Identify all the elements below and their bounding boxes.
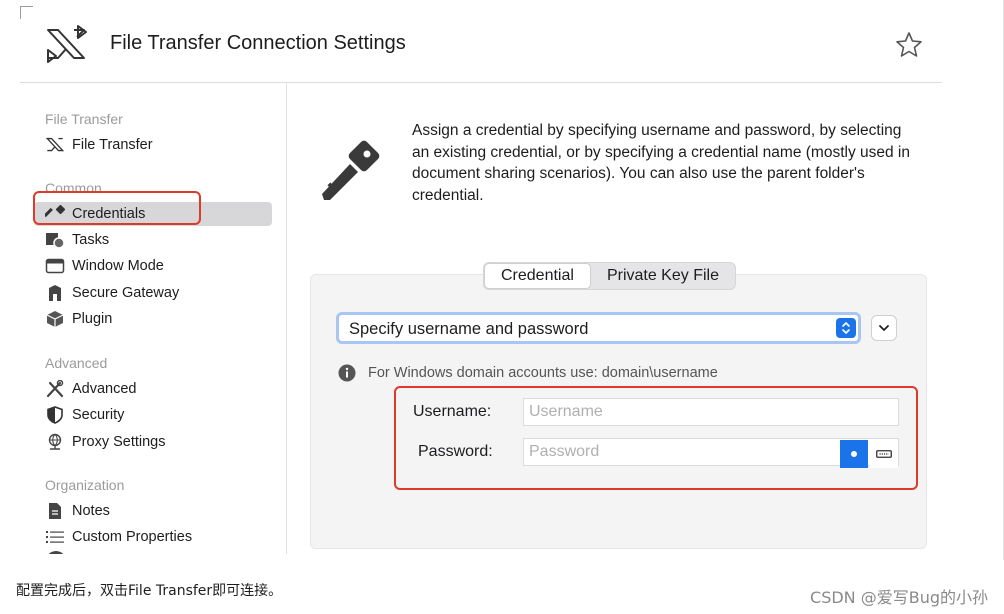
- sidebar-item-plugin[interactable]: Plugin: [44, 307, 282, 331]
- tasks-icon: [44, 230, 66, 250]
- credential-description: Assign a credential by specifying userna…: [412, 122, 910, 204]
- sidebar-item-label: Security: [72, 407, 125, 423]
- notes-icon: [44, 501, 66, 521]
- highlight-box-credentials: [33, 191, 201, 225]
- sidebar-item-advanced[interactable]: Advanced: [44, 377, 282, 401]
- gateway-icon: [44, 283, 66, 303]
- info-icon: [338, 364, 356, 382]
- window-corner: [20, 6, 33, 19]
- proxy-icon: [44, 432, 66, 452]
- key-icon: [322, 140, 380, 200]
- highlight-box-credentials-fields: [394, 386, 918, 490]
- sidebar-item-label: Advanced: [72, 381, 137, 397]
- plugin-icon: [44, 309, 66, 329]
- sidebar-item-secure-gateway[interactable]: Secure Gateway: [44, 281, 282, 305]
- more-options-button[interactable]: [871, 315, 897, 341]
- sidebar-section-advanced: Advanced: [45, 355, 108, 371]
- cut-off-icon: [46, 551, 66, 554]
- footer-note: 配置完成后，双击File Transfer即可连接。: [16, 583, 283, 599]
- sidebar-item-label: Tasks: [72, 232, 110, 248]
- sidebar-item-label: Proxy Settings: [72, 434, 166, 450]
- sidebar-item-label: Secure Gateway: [72, 285, 180, 301]
- tab-credential[interactable]: Credential: [484, 263, 591, 289]
- page-title: File Transfer Connection Settings: [110, 32, 406, 54]
- watermark: CSDN @爱写Bug的小孙: [810, 588, 988, 607]
- info-text: For Windows domain accounts use: domain\…: [368, 365, 718, 381]
- sidebar-item-window-mode[interactable]: Window Mode: [44, 254, 282, 278]
- credential-mode-value: Specify username and password: [349, 320, 589, 338]
- info-hint: For Windows domain accounts use: domain\…: [338, 364, 718, 382]
- tools-icon: [44, 379, 66, 399]
- sidebar-item-label: File Transfer: [72, 137, 153, 153]
- file-transfer-icon: [47, 25, 87, 63]
- sidebar-item-notes[interactable]: Notes: [44, 499, 282, 523]
- connection-settings-window: File Transfer Connection Settings File T…: [20, 6, 942, 554]
- window-icon: [44, 256, 66, 276]
- chevron-down-icon: [879, 325, 889, 331]
- file-transfer-icon: [44, 135, 66, 155]
- sidebar-section-file-transfer: File Transfer: [45, 111, 123, 127]
- tab-private-key-file[interactable]: Private Key File: [591, 263, 735, 289]
- sidebar-item-label: Window Mode: [72, 258, 164, 274]
- star-icon[interactable]: [894, 30, 924, 60]
- sidebar-item-label: Plugin: [72, 311, 113, 327]
- header: File Transfer Connection Settings: [20, 6, 942, 83]
- sidebar-item-file-transfer[interactable]: File Transfer: [44, 133, 282, 157]
- sidebar-item-security[interactable]: Security: [44, 403, 282, 427]
- shield-icon: [44, 405, 66, 425]
- tab-bar: Credential Private Key File: [483, 262, 736, 290]
- chevron-updown-icon: [836, 318, 856, 338]
- sidebar-item-custom-properties[interactable]: Custom Properties: [44, 525, 282, 549]
- sidebar-item-label: Custom Properties: [72, 529, 193, 545]
- sidebar-item-label: Notes: [72, 503, 110, 519]
- list-icon: [44, 527, 66, 547]
- sidebar-item-proxy-settings[interactable]: Proxy Settings: [44, 430, 282, 454]
- sidebar: File Transfer File Transfer Common Crede…: [20, 83, 287, 554]
- sidebar-section-organization: Organization: [45, 477, 125, 493]
- credential-mode-select[interactable]: Specify username and password: [336, 312, 861, 344]
- sidebar-item-tasks[interactable]: Tasks: [44, 228, 282, 252]
